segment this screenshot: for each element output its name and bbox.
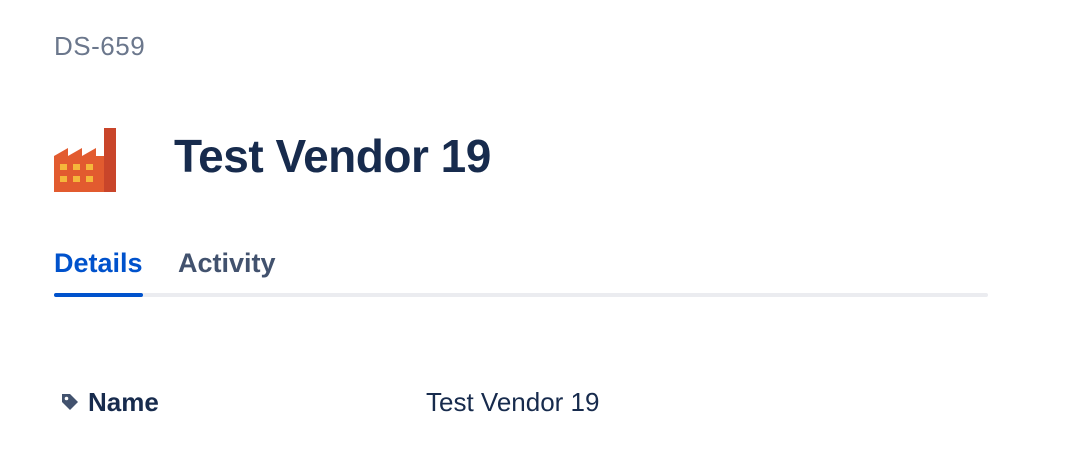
tab-activity[interactable]: Activity [178,246,276,280]
field-value[interactable]: Test Vendor 19 [426,387,599,418]
factory-icon [54,120,132,192]
field-label-text: Name [88,386,159,417]
field-row-name: Name Test Vendor 19 [60,384,960,420]
field-label: Name [60,387,426,418]
tab-details[interactable]: Details [54,246,143,297]
tag-icon [60,391,82,413]
tab-details-label: Details [54,248,143,278]
tab-bar-divider [54,293,988,297]
object-page: DS-659 Test Vendor 19 Details Activity N… [0,0,1076,476]
title-row: Test Vendor 19 [54,118,491,194]
issue-key[interactable]: DS-659 [54,30,145,62]
page-title: Test Vendor 19 [174,130,491,182]
tab-activity-label: Activity [178,248,276,278]
tab-bar: Details Activity [54,240,988,298]
active-tab-indicator [54,293,143,297]
